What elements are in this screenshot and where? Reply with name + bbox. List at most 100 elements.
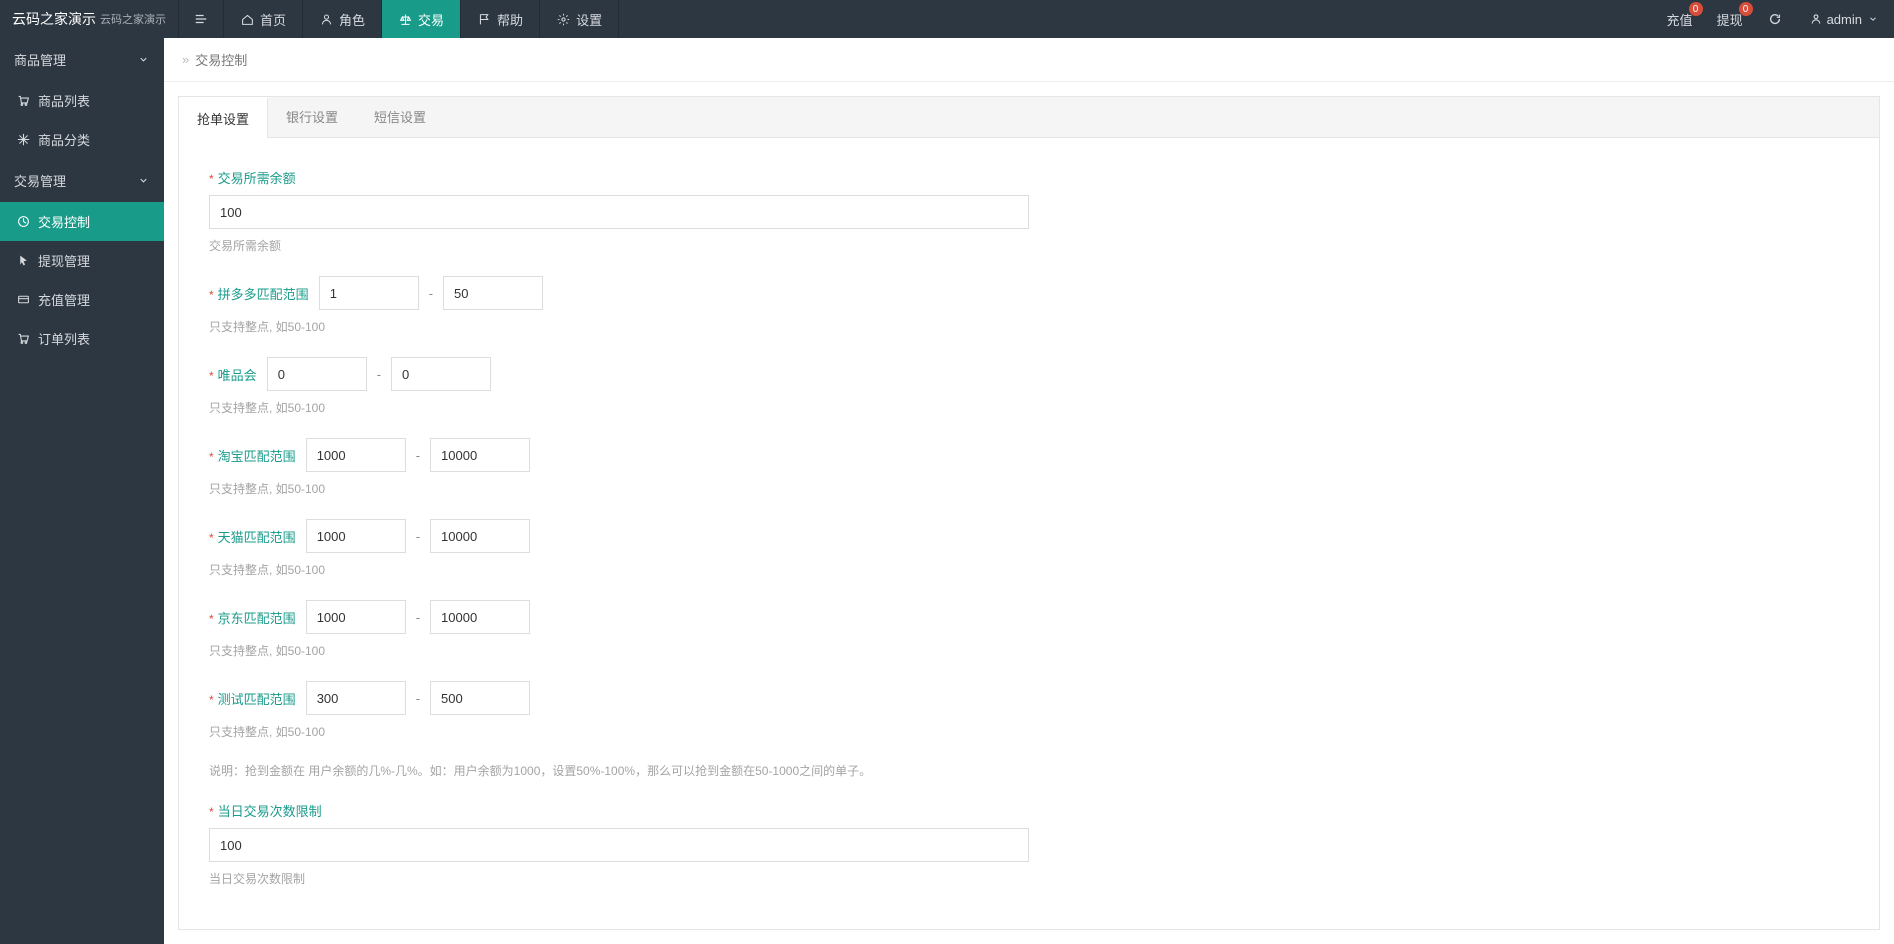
refresh-button[interactable] bbox=[1755, 0, 1795, 38]
required-star: * bbox=[209, 693, 214, 707]
nav-item-gear[interactable]: 设置 bbox=[540, 0, 619, 38]
range-to-input[interactable] bbox=[430, 681, 530, 715]
user-icon bbox=[319, 12, 333, 26]
range-to-input[interactable] bbox=[443, 276, 543, 310]
required-star: * bbox=[209, 369, 214, 383]
daily-limit-input[interactable] bbox=[209, 828, 1029, 862]
tab[interactable]: 抢单设置 bbox=[179, 97, 268, 138]
sidebar-item[interactable]: 充值管理 bbox=[0, 280, 164, 319]
tab[interactable]: 短信设置 bbox=[356, 97, 444, 137]
sidebar-item-label: 交易控制 bbox=[38, 212, 90, 231]
range-label: 测试匹配范围 bbox=[218, 689, 296, 708]
range-from-input[interactable] bbox=[306, 519, 406, 553]
balance-input[interactable] bbox=[209, 195, 1029, 229]
sidebar-group-title[interactable]: 交易管理 bbox=[0, 159, 164, 202]
nav-item-label: 角色 bbox=[339, 10, 365, 29]
range-label: 天猫匹配范围 bbox=[218, 527, 296, 546]
nav-item-home[interactable]: 首页 bbox=[224, 0, 303, 38]
sidebar-item[interactable]: 交易控制 bbox=[0, 202, 164, 241]
range-label: 拼多多匹配范围 bbox=[218, 284, 309, 303]
brand-title: 云码之家演示 bbox=[12, 9, 96, 29]
range-to-input[interactable] bbox=[391, 357, 491, 391]
range-from-input[interactable] bbox=[306, 681, 406, 715]
breadcrumb: » 交易控制 bbox=[164, 38, 1894, 82]
range-dash: - bbox=[416, 448, 420, 463]
chevron-down-icon bbox=[136, 53, 150, 67]
range-from-input[interactable] bbox=[306, 438, 406, 472]
range-from-input[interactable] bbox=[267, 357, 367, 391]
nav-item-label: 帮助 bbox=[497, 10, 523, 29]
required-star: * bbox=[209, 531, 214, 545]
sidebar-item[interactable]: 商品分类 bbox=[0, 120, 164, 159]
sidebar-item-label: 商品列表 bbox=[38, 91, 90, 110]
range-to-input[interactable] bbox=[430, 519, 530, 553]
sidebar-item[interactable]: 提现管理 bbox=[0, 241, 164, 280]
gear-icon bbox=[556, 12, 570, 26]
sidebar-toggle[interactable] bbox=[178, 0, 224, 38]
home-icon bbox=[240, 12, 254, 26]
sidebar-group-label: 交易管理 bbox=[14, 171, 66, 190]
field-range-pdd: * 拼多多匹配范围 - 只支持整点, 如50-100 bbox=[209, 276, 1849, 335]
cart2-icon bbox=[16, 332, 30, 346]
field-range-jd: *京东匹配范围-只支持整点, 如50-100 bbox=[209, 600, 1849, 659]
range-dash: - bbox=[416, 529, 420, 544]
chevron-right-icon: » bbox=[182, 52, 189, 67]
range-label: 淘宝匹配范围 bbox=[218, 446, 296, 465]
withdraw-link[interactable]: 提现 0 bbox=[1705, 0, 1755, 38]
range-to-input[interactable] bbox=[430, 438, 530, 472]
nav-item-scale[interactable]: 交易 bbox=[382, 0, 461, 38]
topbar: 云码之家演示 云码之家演示 首页 角色 交易 帮助 设置 充值 0 提现 0 admin bbox=[0, 0, 1894, 38]
chevron-down-icon bbox=[1866, 12, 1880, 26]
required-star: * bbox=[209, 288, 214, 302]
range-to-input[interactable] bbox=[430, 600, 530, 634]
required-star: * bbox=[209, 450, 214, 464]
field-range-taobao: * 淘宝匹配范围 - 只支持整点, 如50-100 bbox=[209, 438, 1849, 497]
sidebar-item-label: 商品分类 bbox=[38, 130, 90, 149]
range-help: 只支持整点, 如50-100 bbox=[209, 318, 1849, 335]
recharge-label: 充值 bbox=[1667, 10, 1693, 29]
field-range-vip: *唯品会-只支持整点, 如50-100 bbox=[209, 357, 1849, 416]
nav-item-label: 设置 bbox=[576, 10, 602, 29]
required-star: * bbox=[209, 172, 214, 186]
range-help: 只支持整点, 如50-100 bbox=[209, 561, 1849, 578]
refresh-icon bbox=[1768, 12, 1782, 26]
sidebar-item[interactable]: 商品列表 bbox=[0, 81, 164, 120]
range-from-input[interactable] bbox=[306, 600, 406, 634]
brand: 云码之家演示 云码之家演示 bbox=[0, 0, 178, 38]
admin-menu[interactable]: admin bbox=[1795, 0, 1894, 38]
daily-limit-label: 当日交易次数限制 bbox=[218, 801, 322, 820]
nav-item-label: 交易 bbox=[418, 10, 444, 29]
range-dash: - bbox=[377, 367, 381, 382]
withdraw-label: 提现 bbox=[1717, 10, 1743, 29]
flag-icon bbox=[477, 12, 491, 26]
range-help: 只支持整点, 如50-100 bbox=[209, 399, 1849, 416]
sidebar-item[interactable]: 订单列表 bbox=[0, 319, 164, 358]
required-star: * bbox=[209, 805, 214, 819]
sidebar-item-label: 提现管理 bbox=[38, 251, 90, 270]
range-help: 只支持整点, 如50-100 bbox=[209, 723, 1849, 740]
form: * 交易所需余额 交易所需余额 *拼多多匹配范围-只支持整点, 如50-100*… bbox=[179, 138, 1879, 929]
range-label: 京东匹配范围 bbox=[218, 608, 296, 627]
range-dash: - bbox=[429, 286, 433, 301]
form-note: 说明：抢到金额在 用户余额的几%-几%。如：用户余额为1000，设置50%-10… bbox=[209, 762, 1849, 779]
required-star: * bbox=[209, 612, 214, 626]
field-range-tmall: * 天猫匹配范围 - 只支持整点, 如50-100 bbox=[209, 519, 1849, 578]
balance-help: 交易所需余额 bbox=[209, 237, 1849, 254]
brand-subtitle: 云码之家演示 bbox=[100, 11, 166, 27]
sidebar: 商品管理商品列表商品分类交易管理交易控制提现管理充值管理订单列表 bbox=[0, 38, 164, 944]
nav-item-user[interactable]: 角色 bbox=[303, 0, 382, 38]
range-help: 只支持整点, 如50-100 bbox=[209, 480, 1849, 497]
field-range-test: *测试匹配范围-只支持整点, 如50-100 bbox=[209, 681, 1849, 740]
sidebar-item-label: 订单列表 bbox=[38, 329, 90, 348]
recharge-link[interactable]: 充值 0 bbox=[1655, 0, 1705, 38]
page-title: 交易控制 bbox=[195, 50, 247, 69]
range-from-input[interactable] bbox=[319, 276, 419, 310]
sidebar-group-title[interactable]: 商品管理 bbox=[0, 38, 164, 81]
panel: 抢单设置银行设置短信设置 * 交易所需余额 交易所需余额 * 拼多多匹配范围 - 只支… bbox=[178, 96, 1880, 930]
card-icon bbox=[16, 293, 30, 307]
balance-label: 交易所需余额 bbox=[218, 168, 296, 187]
tab[interactable]: 银行设置 bbox=[268, 97, 356, 137]
withdraw-badge: 0 bbox=[1739, 2, 1753, 16]
recharge-badge: 0 bbox=[1689, 2, 1703, 16]
nav-item-flag[interactable]: 帮助 bbox=[461, 0, 540, 38]
